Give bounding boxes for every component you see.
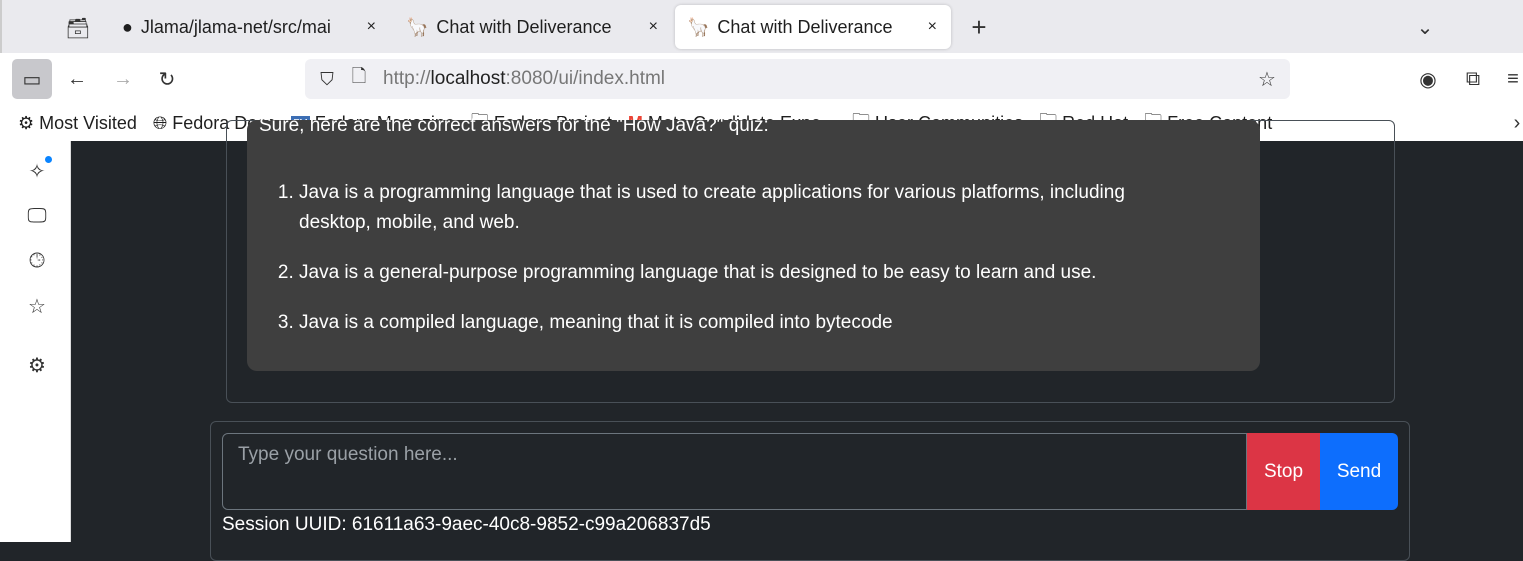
browser-sidebar: ✧ 🖵 🕒︎ ☆ ⚙ xyxy=(0,141,71,542)
answer-item: Java is a compiled language, meaning tha… xyxy=(299,308,1199,338)
tab-chat-2[interactable]: 🦙 Chat with Deliverance × xyxy=(675,5,951,49)
llama-icon: 🦙 xyxy=(687,16,710,37)
forward-icon[interactable]: → xyxy=(108,64,138,94)
github-icon: ● xyxy=(122,16,133,37)
close-tab-icon[interactable]: × xyxy=(649,18,658,36)
answer-list: Java is a programming language that is u… xyxy=(299,178,1199,358)
close-tab-icon[interactable]: × xyxy=(367,18,376,36)
settings-gear-icon[interactable]: ⚙ xyxy=(22,350,52,380)
extensions-icon[interactable]: ⧉ xyxy=(1458,64,1488,94)
stop-button[interactable]: Stop xyxy=(1247,433,1320,510)
history-icon[interactable]: 🕒︎ xyxy=(22,246,52,276)
page-icon: 🗋 xyxy=(351,66,367,86)
session-uuid: Session UUID: 61611a63-9aec-40c8-9852-c9… xyxy=(222,514,711,535)
bookmark-most-visited[interactable]: ⚙ Most Visited xyxy=(18,113,137,134)
send-button[interactable]: Send xyxy=(1320,433,1398,510)
tab-chat-1[interactable]: 🦙 Chat with Deliverance × xyxy=(394,5,672,49)
sidebar-toggle-icon[interactable]: ▭ xyxy=(12,59,52,99)
new-tab-button[interactable]: + xyxy=(964,12,994,42)
back-icon[interactable]: ← xyxy=(62,64,92,94)
answer-item: Java is a programming language that is u… xyxy=(299,178,1199,238)
tab-jlama[interactable]: ● Jlama/jlama-net/src/mai × xyxy=(110,5,390,49)
star-bookmark-icon[interactable]: ☆ xyxy=(1255,67,1279,91)
more-bookmarks-icon[interactable]: › xyxy=(1510,110,1523,136)
llama-icon: 🦙 xyxy=(406,16,429,37)
synced-tabs-icon[interactable]: 🖵 xyxy=(22,201,52,231)
question-input[interactable] xyxy=(222,433,1247,510)
bookmarks-star-icon[interactable]: ☆ xyxy=(22,291,52,321)
nav-bar: ▭ ← → ↻ ⛉ 🗋 http://localhost:8080/ui/ind… xyxy=(0,53,1523,105)
assistant-message: Sure, here are the correct answers for t… xyxy=(247,115,1260,371)
tab-overview-icon[interactable]: 🗃 xyxy=(64,14,92,42)
close-tab-icon[interactable]: × xyxy=(928,18,937,36)
globe-icon: 🌐︎ xyxy=(152,112,168,133)
ai-sparkle-icon[interactable]: ✧ xyxy=(22,156,52,186)
url-bar[interactable]: ⛉ 🗋 http://localhost:8080/ui/index.html … xyxy=(305,59,1290,99)
tab-list-chevron-icon[interactable]: ⌄ xyxy=(1410,12,1440,42)
account-icon[interactable]: ◉ xyxy=(1413,64,1443,94)
tab-bar: 🗃 ● Jlama/jlama-net/src/mai × 🦙 Chat with D… xyxy=(0,0,1523,53)
answer-item: Java is a general-purpose programming la… xyxy=(299,258,1199,288)
menu-icon[interactable]: ≡ xyxy=(1503,64,1523,94)
shield-icon: ⛉ xyxy=(320,68,334,89)
reload-icon[interactable]: ↻ xyxy=(152,64,182,94)
gear-icon: ⚙ xyxy=(18,112,35,133)
